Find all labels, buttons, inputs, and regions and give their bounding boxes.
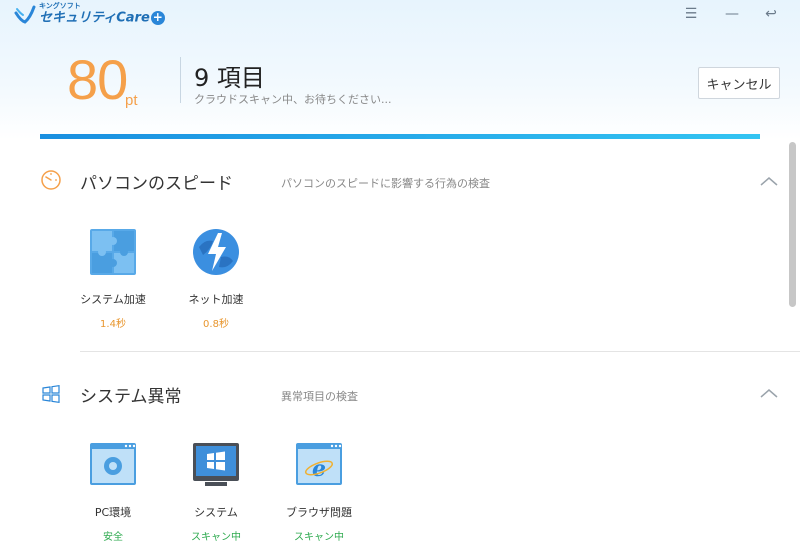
section-title-speed: パソコンのスピード: [80, 174, 233, 194]
speedometer-icon: [41, 170, 61, 190]
windows-monitor-icon: [193, 443, 239, 486]
scan-status-text: クラウドスキャン中、お待ちください...: [194, 93, 392, 106]
section-divider: [80, 351, 800, 352]
logo-check-icon: [14, 5, 36, 24]
header-divider: [180, 57, 181, 103]
globe-lightning-icon: [193, 229, 239, 275]
section-desc-system: 異常項目の検査: [281, 390, 358, 403]
collapse-system-icon[interactable]: [758, 386, 780, 400]
item-label: ブラウザ問題: [286, 506, 352, 519]
item-value: 安全: [103, 532, 123, 543]
scan-progress-bar: [40, 134, 760, 139]
browser-ie-icon: e: [296, 443, 342, 485]
restore-button[interactable]: ↩: [760, 4, 782, 24]
minimize-button[interactable]: —: [721, 4, 743, 24]
item-label: システム: [194, 506, 238, 519]
item-value: スキャン中: [294, 532, 344, 543]
score-unit: pt: [125, 92, 138, 109]
item-label: システム加速: [80, 293, 146, 306]
item-system-acceleration[interactable]: システム加速 1.4秒: [63, 227, 163, 330]
item-pc-environment[interactable]: PC環境 安全: [63, 440, 163, 543]
logo-plus-icon: +: [150, 10, 165, 25]
menu-button[interactable]: ☰: [680, 4, 702, 24]
item-value: スキャン中: [191, 532, 241, 543]
logo-product-name: セキュリティCare +: [39, 11, 165, 25]
cancel-button[interactable]: キャンセル: [698, 67, 780, 99]
item-value: 0.8秒: [203, 319, 229, 330]
puzzle-icon: [90, 229, 136, 275]
item-label: PC環境: [94, 506, 132, 519]
section-title-system: システム異常: [80, 387, 182, 407]
svg-text:e: e: [312, 456, 326, 482]
items-count: 9 項目: [194, 64, 265, 92]
scrollbar-thumb[interactable]: [789, 142, 796, 307]
item-browser-problems[interactable]: e ブラウザ問題 スキャン中: [269, 440, 369, 543]
app-logo: キングソフト セキュリティCare +: [14, 3, 165, 25]
settings-window-icon: [90, 443, 136, 485]
item-system[interactable]: システム スキャン中: [166, 440, 266, 543]
item-net-acceleration[interactable]: ネット加速 0.8秒: [166, 227, 266, 330]
logo-small-text: キングソフト: [39, 2, 81, 10]
logo-product-text: セキュリティCare: [39, 10, 150, 26]
collapse-speed-icon[interactable]: [758, 174, 780, 188]
scan-progress-fill: [40, 134, 760, 139]
item-label: ネット加速: [188, 293, 244, 306]
score-value: 80: [67, 48, 128, 111]
section-desc-speed: パソコンのスピードに影響する行為の検査: [281, 177, 490, 190]
item-value: 1.4秒: [100, 319, 126, 330]
windows-logo-icon: [42, 385, 60, 403]
